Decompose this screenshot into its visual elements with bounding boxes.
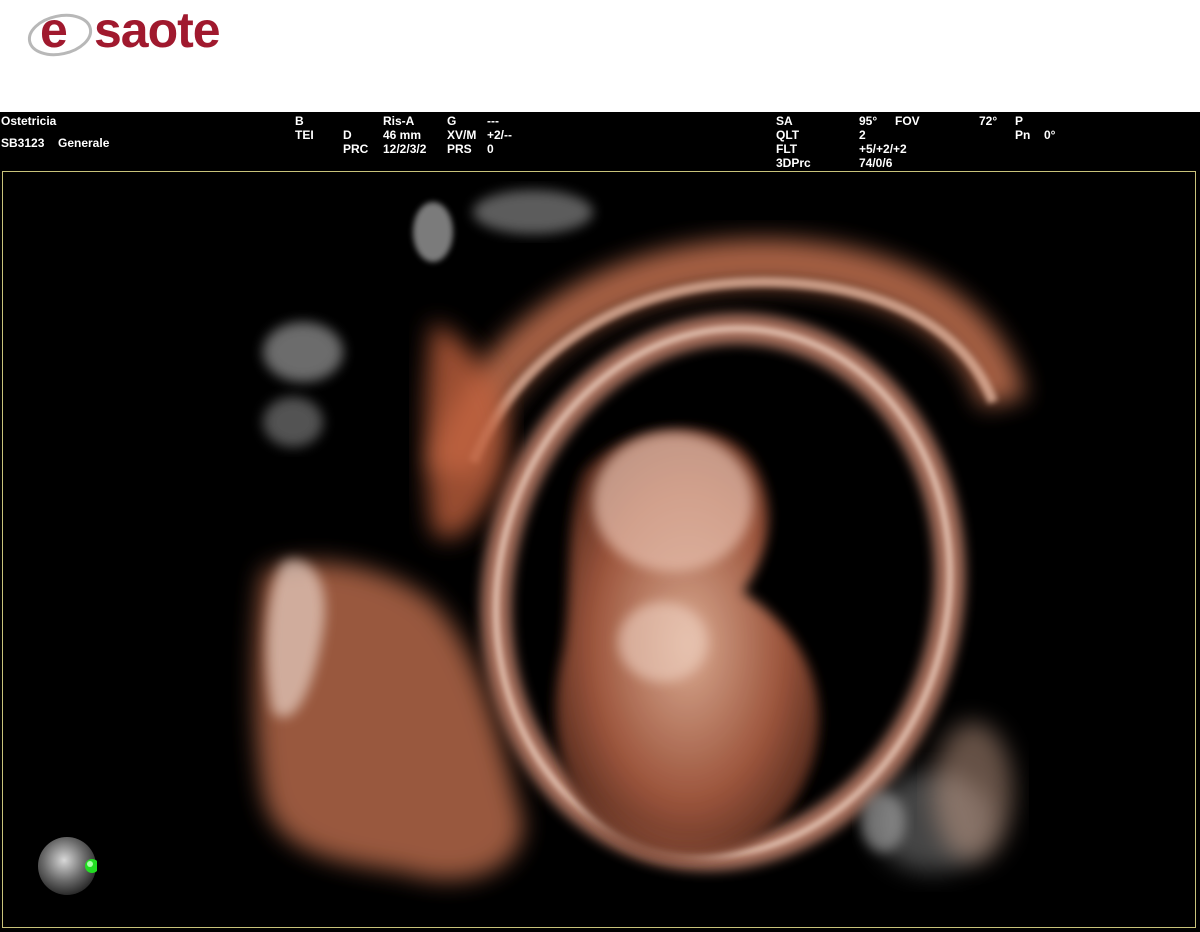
logo-letter: e <box>40 2 68 58</box>
qlt-value: 2 <box>859 128 866 142</box>
fov-value: 72° <box>979 114 998 128</box>
label-fov: FOV <box>895 114 920 128</box>
preset-name: Generale <box>58 136 110 150</box>
probe-name: SB3123 <box>1 136 45 150</box>
depth-value: 46 mm <box>383 128 422 142</box>
3dprc-value: 74/0/6 <box>859 156 893 170</box>
esaote-logo: e saote <box>26 2 236 60</box>
pn-value: 0° <box>1044 128 1056 142</box>
3d-render-viewport[interactable] <box>2 171 1196 928</box>
label-flt: FLT <box>776 142 798 156</box>
xvm-value: +2/-- <box>487 128 513 142</box>
label-prs: PRS <box>447 142 472 156</box>
label-qlt: QLT <box>776 128 800 142</box>
label-sa: SA <box>776 114 793 128</box>
label-g: G <box>447 114 457 128</box>
flt-value: +5/+2/+2 <box>859 142 907 156</box>
label-prc: PRC <box>343 142 369 156</box>
label-3dprc: 3DPrc <box>776 156 811 170</box>
exam-type: Ostetricia <box>1 114 57 128</box>
prc-value: 12/2/3/2 <box>383 142 427 156</box>
mode-b: B <box>295 114 304 128</box>
prs-value: 0 <box>487 142 494 156</box>
orientation-sphere-icon[interactable] <box>37 836 99 896</box>
logo-swoosh-icon: e <box>26 2 100 60</box>
sa-value: 95° <box>859 114 878 128</box>
fetal-3d-render <box>255 190 1026 880</box>
label-xvm: XV/M <box>447 128 477 142</box>
mode-tei: TEI <box>295 128 314 142</box>
logo-text: saote <box>94 2 221 58</box>
logo-bar: e saote <box>0 0 1200 112</box>
resolution: Ris-A <box>383 114 415 128</box>
g-value: --- <box>487 114 499 128</box>
label-pn: Pn <box>1015 128 1031 142</box>
label-d: D <box>343 128 352 142</box>
label-p: P <box>1015 114 1024 128</box>
